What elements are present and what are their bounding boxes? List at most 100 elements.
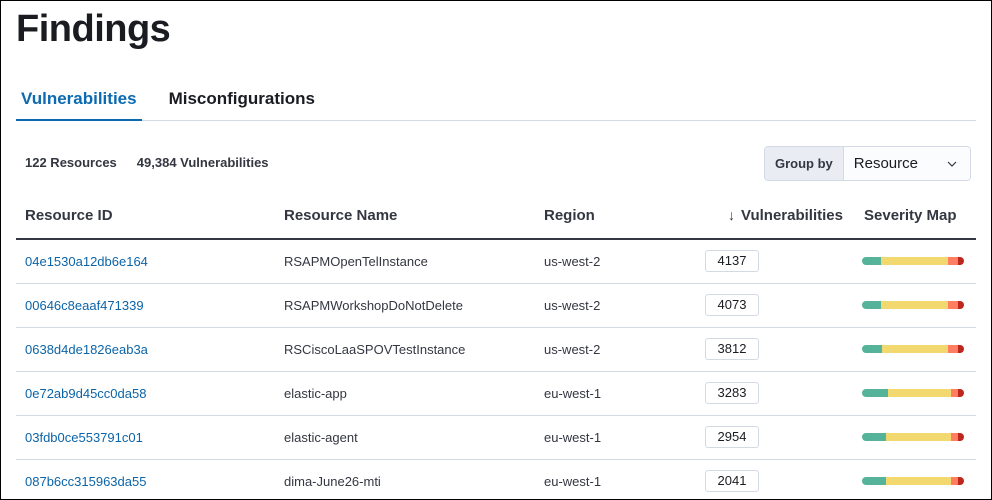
severity-segment-high (947, 301, 958, 309)
vulnerability-count-badge: 3283 (705, 382, 759, 404)
cell-region: us-west-2 (535, 283, 695, 328)
severity-segment-high (947, 257, 958, 266)
column-header-resource-id[interactable]: Resource ID (16, 193, 275, 240)
cell-region: eu-west-1 (535, 371, 695, 416)
cell-resource-id: 0e72ab9d45cc0da58 (16, 371, 275, 416)
severity-segment-medium (881, 257, 948, 266)
severity-segment-critical (957, 257, 964, 266)
region: eu-west-1 (544, 385, 602, 401)
column-label: Vulnerabilities (741, 207, 843, 224)
cell-resource-name: dima-June26-mti (275, 459, 535, 500)
table-row[interactable]: 03fdb0ce553791c01 elastic-agent eu-west-… (16, 415, 976, 460)
tab-misconfigurations[interactable]: Misconfigurations (164, 78, 320, 121)
cell-resource-name: elastic-app (275, 371, 535, 416)
page-title: Findings (16, 8, 171, 50)
severity-segment-critical (957, 301, 964, 309)
table-row[interactable]: 0e72ab9d45cc0da58 elastic-app eu-west-1 … (16, 371, 976, 416)
severity-segment-critical (957, 345, 964, 353)
resource-name: RSCiscoLaaSPOVTestInstance (284, 341, 466, 357)
group-by-label: Group by (765, 147, 844, 180)
resource-id-link[interactable]: 00646c8eaaf471339 (25, 298, 144, 313)
table-row[interactable]: 04e1530a12db6e164 RSAPMOpenTelInstance u… (16, 239, 976, 284)
resource-id-link[interactable]: 03fdb0ce553791c01 (25, 430, 143, 445)
resource-id-link[interactable]: 04e1530a12db6e164 (25, 254, 148, 269)
arrow-down-icon: ↓ (728, 207, 736, 223)
severity-segment-high (947, 345, 958, 353)
resource-name: dima-June26-mti (284, 473, 381, 489)
resource-id-link[interactable]: 0638d4de1826eab3a (25, 342, 148, 357)
region: eu-west-1 (544, 473, 602, 489)
resource-id-link[interactable]: 0e72ab9d45cc0da58 (25, 386, 146, 401)
severity-segment-medium (882, 345, 948, 353)
vulnerability-count-badge: 4137 (705, 250, 759, 273)
resource-name: elastic-agent (284, 429, 358, 445)
cell-resource-name: RSAPMWorkshopDoNotDelete (275, 283, 535, 328)
cell-region: eu-west-1 (535, 415, 695, 460)
cell-resource-name: elastic-agent (275, 415, 535, 460)
group-by-control: Group by Resource (764, 146, 971, 181)
column-header-region[interactable]: Region (535, 193, 695, 240)
vulnerabilities-count: 49,384 Vulnerabilities (136, 155, 269, 170)
severity-segment-low (862, 433, 887, 441)
region: us-west-2 (544, 341, 601, 357)
cell-region: us-west-2 (535, 239, 695, 284)
cell-severity-map (855, 415, 976, 460)
cell-vulnerabilities: 2041 (695, 459, 855, 500)
severity-segment-medium (887, 389, 951, 397)
severity-segment-low (862, 389, 888, 397)
chevron-down-icon (947, 161, 957, 167)
severity-map-bar[interactable] (862, 389, 964, 397)
region: us-west-2 (544, 253, 601, 269)
severity-segment-high (950, 433, 958, 441)
tab-vulnerabilities[interactable]: Vulnerabilities (16, 78, 142, 121)
table-row[interactable]: 0638d4de1826eab3a RSCiscoLaaSPOVTestInst… (16, 327, 976, 372)
cell-severity-map (855, 239, 976, 284)
column-label: Region (544, 207, 595, 224)
region: us-west-2 (544, 297, 601, 313)
summary-counts: 122 Resources 49,384 Vulnerabilities (25, 155, 269, 170)
cell-vulnerabilities: 4137 (695, 239, 855, 284)
findings-tabs: Vulnerabilities Misconfigurations (16, 78, 976, 121)
cell-resource-name: RSCiscoLaaSPOVTestInstance (275, 327, 535, 372)
cell-severity-map (855, 327, 976, 372)
vulnerability-count-badge: 2041 (705, 470, 759, 492)
severity-map-bar[interactable] (862, 345, 964, 353)
severity-segment-medium (886, 433, 951, 441)
resources-count: 122 Resources (25, 155, 117, 170)
resource-id-link[interactable]: 087b6cc315963da55 (25, 474, 146, 489)
severity-segment-low (862, 345, 883, 353)
column-header-vulnerabilities[interactable]: ↓ Vulnerabilities (695, 193, 855, 240)
vulnerability-count-badge: 3812 (705, 338, 759, 360)
resources-table: Resource ID Resource Name Region ↓ Vulner… (16, 193, 976, 500)
cell-resource-id: 03fdb0ce553791c01 (16, 415, 275, 460)
severity-map-bar[interactable] (862, 301, 964, 309)
severity-segment-critical (957, 477, 964, 485)
cell-severity-map (855, 283, 976, 328)
severity-segment-high (950, 477, 958, 485)
severity-segment-critical (957, 389, 964, 397)
column-header-severity-map[interactable]: Severity Map (855, 193, 976, 240)
severity-segment-low (862, 301, 882, 309)
table-header-row: Resource ID Resource Name Region ↓ Vulner… (16, 193, 976, 240)
severity-segment-critical (957, 433, 964, 441)
resource-name: RSAPMOpenTelInstance (284, 253, 428, 269)
cell-vulnerabilities: 3812 (695, 327, 855, 372)
column-header-resource-name[interactable]: Resource Name (275, 193, 535, 240)
severity-segment-medium (881, 301, 948, 309)
severity-map-bar[interactable] (862, 433, 964, 441)
cell-severity-map (855, 459, 976, 500)
severity-map-bar[interactable] (862, 477, 964, 485)
group-by-select[interactable]: Resource (843, 147, 970, 180)
cell-resource-id: 00646c8eaaf471339 (16, 283, 275, 328)
cell-resource-id: 0638d4de1826eab3a (16, 327, 275, 372)
table-row[interactable]: 087b6cc315963da55 dima-June26-mti eu-wes… (16, 459, 976, 500)
severity-segment-medium (886, 477, 951, 485)
cell-vulnerabilities: 3283 (695, 371, 855, 416)
cell-vulnerabilities: 2954 (695, 415, 855, 460)
column-label: Resource ID (25, 207, 113, 224)
severity-segment-high (950, 389, 958, 397)
cell-resource-id: 04e1530a12db6e164 (16, 239, 275, 284)
resource-name: RSAPMWorkshopDoNotDelete (284, 297, 463, 313)
table-row[interactable]: 00646c8eaaf471339 RSAPMWorkshopDoNotDele… (16, 283, 976, 328)
severity-map-bar[interactable] (862, 257, 964, 266)
